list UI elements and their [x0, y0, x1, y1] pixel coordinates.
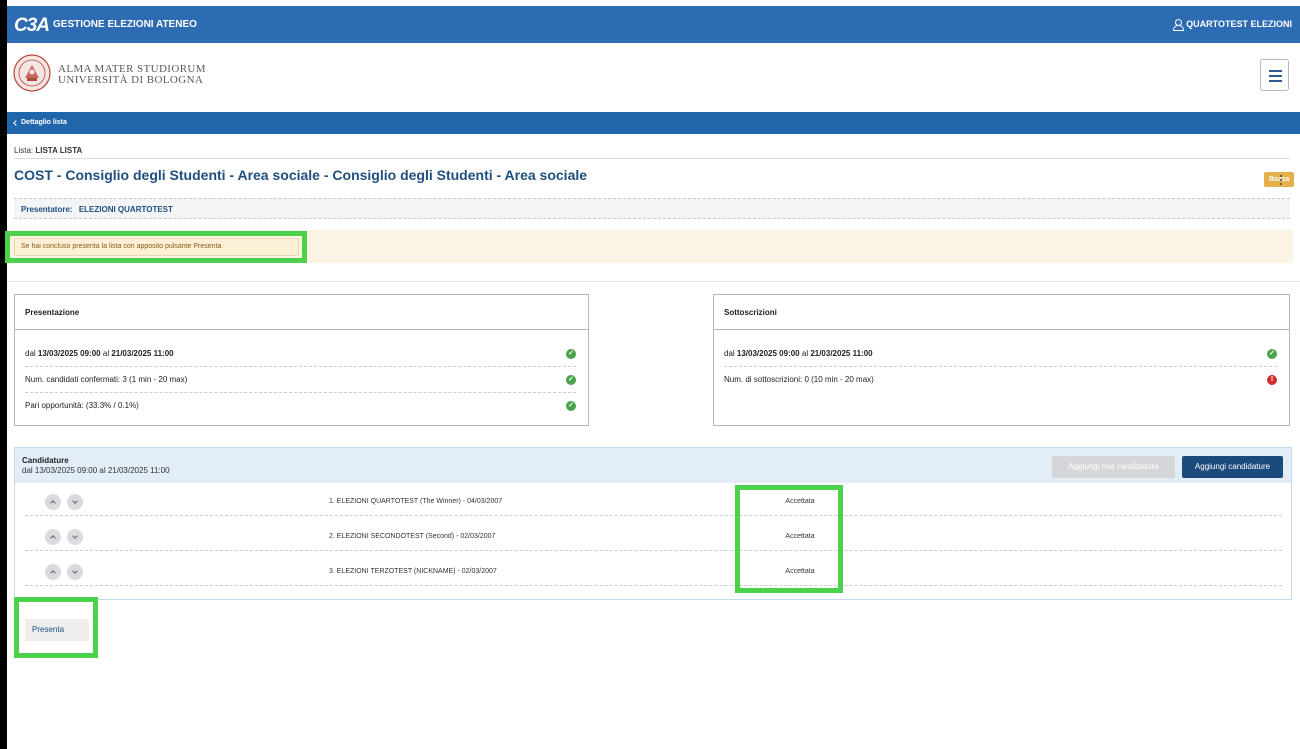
subscriptions-count-text: Num. di sottoscrizioni: 0 (10 min - 20 m…: [724, 375, 874, 384]
period-end: 21/03/2025 11:00: [810, 349, 873, 358]
hamburger-icon-bar: [1269, 80, 1282, 82]
presentazione-period-row: dal 13/03/2025 09:00 al 21/03/2025 11:00…: [25, 341, 576, 367]
university-name-line2: UNIVERSITÀ DI BOLOGNA: [58, 74, 204, 86]
add-candidacies-button[interactable]: Aggiungi candidature: [1182, 456, 1283, 478]
candidate-name[interactable]: 1. ELEZIONI QUARTOTEST (The Winner) - 04…: [329, 488, 502, 516]
presentazione-panel: Presentazione dal 13/03/2025 09:00 al 21…: [14, 294, 589, 426]
presenta-button[interactable]: Presenta: [25, 619, 89, 641]
top-bar: C3A GESTIONE ELEZIONI ATENEO QUARTOTEST …: [7, 6, 1300, 43]
check-icon: ✓: [566, 349, 576, 359]
presentazione-equal-opportunity-row: Pari opportunità: (33.3% / 0.1%) ✓: [25, 393, 576, 419]
candidate-row: 2. ELEZIONI SECONDOTEST (Second) - 02/03…: [25, 523, 1282, 551]
app-title[interactable]: GESTIONE ELEZIONI ATENEO: [53, 19, 197, 30]
hamburger-menu-button[interactable]: [1260, 59, 1289, 91]
back-nav-bar: Dettaglio lista: [7, 112, 1300, 134]
period-start: 13/03/2025 09:00: [736, 349, 800, 358]
university-seal-icon: [13, 54, 51, 92]
chevron-left-icon: [13, 119, 19, 126]
check-icon: ✓: [566, 375, 576, 385]
left-edge: [0, 0, 7, 749]
check-icon: ✓: [566, 401, 576, 411]
user-icon: [1173, 19, 1185, 31]
candidate-state: Accettata: [785, 533, 815, 540]
hamburger-icon: [1269, 70, 1282, 72]
sottoscrizioni-count-row: Num. di sottoscrizioni: 0 (10 min - 20 m…: [724, 367, 1277, 393]
candidate-state: Accettata: [785, 568, 815, 575]
chevron-down-icon: [72, 568, 78, 574]
presenter-bar: Presentatore: ELEZIONI QUARTOTEST: [14, 198, 1290, 219]
period-prefix: dal: [724, 349, 737, 358]
sottoscrizioni-title: Sottoscrizioni: [714, 295, 1289, 330]
chevron-down-icon: [72, 533, 78, 539]
sottoscrizioni-panel: Sottoscrizioni dal 13/03/2025 09:00 al 2…: [713, 294, 1290, 426]
university-name: ALMA MATER STUDIORUM UNIVERSITÀ DI BOLOG…: [58, 64, 206, 86]
list-label-prefix: Lista:: [14, 146, 36, 155]
candidature-title: Candidature: [22, 456, 69, 465]
move-down-button[interactable]: [67, 529, 83, 545]
list-label: Lista: LISTA LISTA: [14, 146, 82, 155]
period-mid: al: [799, 349, 811, 358]
divider: [7, 281, 1300, 282]
candidate-row: 1. ELEZIONI QUARTOTEST (The Winner) - 04…: [25, 488, 1282, 516]
move-down-button[interactable]: [67, 494, 83, 510]
period-mid: al: [100, 349, 112, 358]
hamburger-icon-bar: [1269, 75, 1282, 77]
page: C3A GESTIONE ELEZIONI ATENEO QUARTOTEST …: [5, 0, 1300, 749]
sottoscrizioni-period-row: dal 13/03/2025 09:00 al 21/03/2025 11:00…: [724, 341, 1277, 367]
presenter-name: ELEZIONI QUARTOTEST: [78, 205, 173, 214]
presentazione-candidates-row: Num. candidati confermati: 3 (1 min - 20…: [25, 367, 576, 393]
user-menu[interactable]: QUARTOTEST ELEZIONI: [1173, 19, 1292, 31]
chevron-up-icon: [50, 500, 56, 506]
alert-message: Se hai concluso presenta la lista con ap…: [14, 238, 299, 256]
page-title: COST - Consiglio degli Studenti - Area s…: [14, 167, 588, 183]
period-prefix: dal: [25, 349, 38, 358]
presentazione-title: Presentazione: [15, 295, 588, 330]
candidature-panel: Candidature dal 13/03/2025 09:00 al 21/0…: [14, 447, 1292, 600]
candidate-name[interactable]: 3. ELEZIONI TERZOTEST (NICKNAME) - 02/03…: [329, 558, 497, 586]
move-up-button[interactable]: [45, 494, 61, 510]
back-link-label: Dettaglio lista: [21, 119, 67, 126]
move-down-button[interactable]: [67, 564, 83, 580]
candidate-name[interactable]: 2. ELEZIONI SECONDOTEST (Second) - 02/03…: [329, 523, 495, 551]
chevron-up-icon: [50, 535, 56, 541]
error-icon: !: [1267, 375, 1277, 385]
equal-opportunity-text: Pari opportunità: (33.3% / 0.1%): [25, 401, 139, 410]
chevron-down-icon: [72, 498, 78, 504]
candidature-period: dal 13/03/2025 09:00 al 21/03/2025 11:00: [22, 466, 170, 475]
list-name: LISTA LISTA: [35, 146, 83, 155]
period-end: 21/03/2025 11:00: [111, 349, 174, 358]
back-link[interactable]: Dettaglio lista: [13, 119, 67, 126]
chevron-up-icon: [50, 570, 56, 576]
user-name: QUARTOTEST ELEZIONI: [1186, 19, 1292, 29]
candidate-state: Accettata: [785, 498, 815, 505]
app-logo[interactable]: C3A: [14, 15, 50, 37]
divider: [14, 158, 1290, 159]
brand-header: ALMA MATER STUDIORUM UNIVERSITÀ DI BOLOG…: [7, 43, 1300, 112]
add-my-candidacy-button[interactable]: Aggiungi mia candidatura: [1052, 456, 1175, 478]
move-up-button[interactable]: [45, 529, 61, 545]
period-start: 13/03/2025 09:00: [37, 349, 101, 358]
candidature-header: Candidature dal 13/03/2025 09:00 al 21/0…: [15, 448, 1291, 483]
candidates-count-text: Num. candidati confermati: 3 (1 min - 20…: [25, 375, 188, 384]
candidate-row: 3. ELEZIONI TERZOTEST (NICKNAME) - 02/03…: [25, 558, 1282, 586]
move-up-button[interactable]: [45, 564, 61, 580]
check-icon: ✓: [1267, 349, 1277, 359]
presenter-label: Presentatore:: [21, 205, 73, 214]
more-options-icon[interactable]: [1280, 175, 1282, 185]
